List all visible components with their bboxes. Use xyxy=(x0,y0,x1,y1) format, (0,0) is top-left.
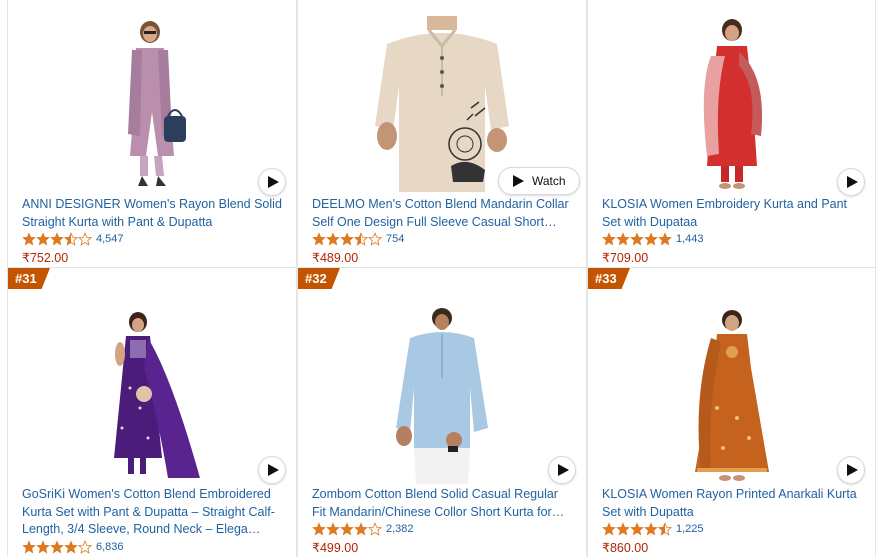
play-video-button[interactable] xyxy=(258,456,286,484)
star-full-icon xyxy=(64,540,78,554)
play-icon xyxy=(557,464,569,476)
product-card[interactable]: ANNI DESIGNER Women's Rayon Blend Solid … xyxy=(7,0,297,268)
star-full-icon xyxy=(22,540,36,554)
woman-red-kurta-image xyxy=(703,19,762,189)
play-icon xyxy=(846,176,858,188)
product-title-link[interactable]: Zombom Cotton Blend Solid Casual Regular… xyxy=(312,486,574,521)
play-icon xyxy=(513,175,524,187)
star-empty-icon xyxy=(78,232,92,246)
star-empty-icon xyxy=(368,232,382,246)
play-icon xyxy=(267,176,279,188)
product-image[interactable] xyxy=(8,308,296,484)
rating-count-link[interactable]: 1,443 xyxy=(676,233,704,245)
star-rating-icon xyxy=(22,540,92,554)
star-full-icon xyxy=(616,232,630,246)
product-rating[interactable]: 4,547 xyxy=(22,232,124,246)
rating-count-link[interactable]: 754 xyxy=(386,233,404,245)
rank-badge: #33 xyxy=(588,268,630,289)
star-full-icon xyxy=(602,232,616,246)
watch-video-button[interactable]: Watch xyxy=(498,167,580,195)
star-full-icon xyxy=(340,232,354,246)
product-title-link[interactable]: ANNI DESIGNER Women's Rayon Blend Solid … xyxy=(22,196,284,231)
star-full-icon xyxy=(326,522,340,536)
product-image[interactable] xyxy=(588,16,875,194)
product-rating[interactable]: 6,836 xyxy=(22,540,124,554)
star-half-icon xyxy=(354,232,368,246)
product-image[interactable] xyxy=(298,308,586,484)
star-full-icon xyxy=(36,232,50,246)
star-full-icon xyxy=(602,522,616,536)
rating-count-link[interactable]: 2,382 xyxy=(386,523,414,535)
star-empty-icon xyxy=(368,522,382,536)
product-price: ₹860.00 xyxy=(602,541,649,555)
star-rating-icon xyxy=(22,232,92,246)
star-half-icon xyxy=(658,522,672,536)
product-rating[interactable]: 1,225 xyxy=(602,522,704,536)
product-title-link[interactable]: DEELMO Men's Cotton Blend Mandarin Colla… xyxy=(312,196,574,231)
product-price: ₹752.00 xyxy=(22,251,69,265)
product-image[interactable] xyxy=(588,308,875,484)
play-video-button[interactable] xyxy=(258,168,286,196)
product-card[interactable]: #31 GoSriKi Women's Cotton Blend Embroid… xyxy=(7,268,297,557)
rating-count-link[interactable]: 6,836 xyxy=(96,541,124,553)
play-video-button[interactable] xyxy=(548,456,576,484)
star-empty-icon xyxy=(78,540,92,554)
star-full-icon xyxy=(50,540,64,554)
product-price: ₹709.00 xyxy=(602,251,649,265)
product-card[interactable]: Watch DEELMO Men's Cotton Blend Mandarin… xyxy=(297,0,587,268)
star-full-icon xyxy=(22,232,36,246)
star-full-icon xyxy=(312,232,326,246)
star-full-icon xyxy=(630,522,644,536)
rating-count-link[interactable]: 1,225 xyxy=(676,523,704,535)
play-video-button[interactable] xyxy=(837,456,865,484)
star-full-icon xyxy=(340,522,354,536)
play-icon xyxy=(846,464,858,476)
star-full-icon xyxy=(658,232,672,246)
star-full-icon xyxy=(36,540,50,554)
star-full-icon xyxy=(630,232,644,246)
product-card[interactable]: KLOSIA Women Embroidery Kurta and Pant S… xyxy=(587,0,876,268)
star-full-icon xyxy=(312,522,326,536)
rank-badge: #32 xyxy=(298,268,340,289)
woman-orange-anarkali-image xyxy=(694,310,769,481)
product-title-link[interactable]: KLOSIA Women Rayon Printed Anarkali Kurt… xyxy=(602,486,864,521)
product-title-link[interactable]: KLOSIA Women Embroidery Kurta and Pant S… xyxy=(602,196,864,231)
rank-badge: #31 xyxy=(8,268,50,289)
star-rating-icon xyxy=(312,522,382,536)
woman-purple-kurta-image xyxy=(114,312,200,478)
star-rating-icon xyxy=(602,232,672,246)
star-full-icon xyxy=(326,232,340,246)
star-full-icon xyxy=(644,232,658,246)
man-light-blue-kurta-image xyxy=(396,308,488,484)
product-rating[interactable]: 754 xyxy=(312,232,404,246)
product-card[interactable]: #33 KLOSIA Women Rayon Printed Anarkali … xyxy=(587,268,876,557)
star-rating-icon xyxy=(602,522,672,536)
product-rating[interactable]: 1,443 xyxy=(602,232,704,246)
star-full-icon xyxy=(354,522,368,536)
product-image[interactable] xyxy=(8,16,296,194)
play-video-button[interactable] xyxy=(837,168,865,196)
star-full-icon xyxy=(50,232,64,246)
woman-lilac-kurta-image xyxy=(128,21,186,186)
product-grid: ANNI DESIGNER Women's Rayon Blend Solid … xyxy=(0,0,890,557)
star-half-icon xyxy=(64,232,78,246)
watch-label: Watch xyxy=(532,174,566,188)
star-full-icon xyxy=(644,522,658,536)
product-title-link[interactable]: GoSriKi Women's Cotton Blend Embroidered… xyxy=(22,486,284,539)
product-card[interactable]: #32 Zombom Cotton Blend Solid Casual Reg… xyxy=(297,268,587,557)
star-rating-icon xyxy=(312,232,382,246)
play-icon xyxy=(267,464,279,476)
star-full-icon xyxy=(616,522,630,536)
rating-count-link[interactable]: 4,547 xyxy=(96,233,124,245)
man-beige-shirt-image xyxy=(375,16,509,192)
product-rating[interactable]: 2,382 xyxy=(312,522,414,536)
product-price: ₹499.00 xyxy=(312,541,359,555)
product-price: ₹489.00 xyxy=(312,251,359,265)
